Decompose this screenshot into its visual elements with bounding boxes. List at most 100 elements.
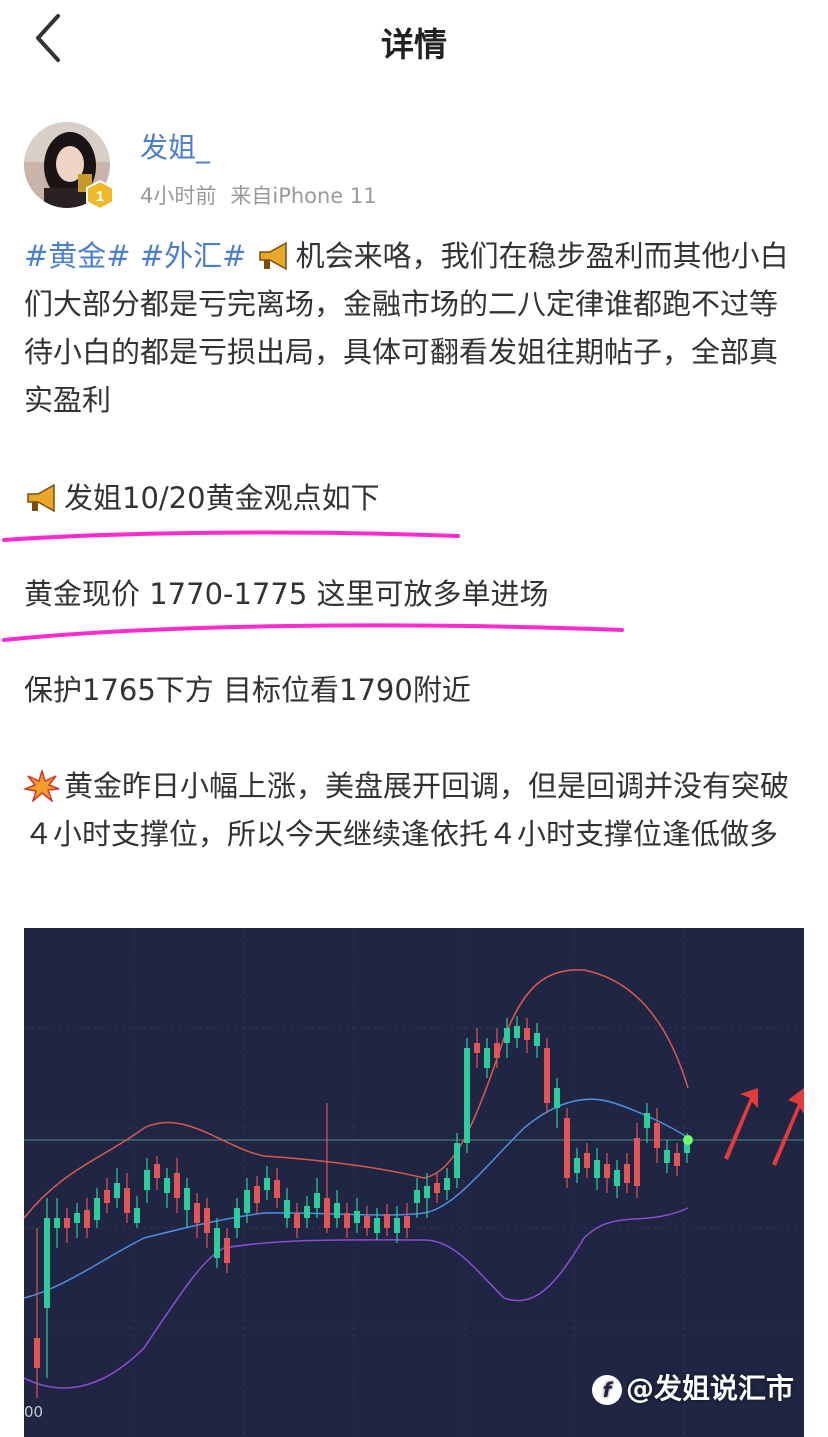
candle-body xyxy=(284,1200,290,1218)
candle-body xyxy=(454,1143,460,1178)
candle-body xyxy=(154,1164,160,1178)
topic-tag-gold[interactable]: #黄金# xyxy=(24,239,131,273)
up-arrow-icon xyxy=(772,1088,804,1166)
axis-label-fragment: 00 xyxy=(24,1403,44,1421)
candlestick-chart xyxy=(24,928,804,1437)
weibo-logo-icon: f xyxy=(591,1375,622,1405)
candle-body xyxy=(674,1153,680,1166)
candle-body xyxy=(604,1164,610,1178)
candle-body xyxy=(494,1043,500,1058)
candle-body xyxy=(74,1213,80,1223)
candle-body xyxy=(34,1338,40,1368)
page-title: 详情 xyxy=(381,25,447,64)
megaphone-icon xyxy=(258,241,287,271)
candle-body xyxy=(444,1178,450,1190)
candle-body xyxy=(134,1208,140,1223)
candle-body xyxy=(574,1158,580,1173)
candle-body xyxy=(144,1170,150,1190)
view-heading-text: 发姐10/20黄金观点如下 xyxy=(64,481,380,515)
highlight-underline-1 xyxy=(2,530,460,542)
candle-body xyxy=(664,1150,670,1163)
candle-body xyxy=(414,1190,420,1203)
candle-body xyxy=(594,1160,600,1178)
intro-text: 机会来咯，我们在稳步盈利而其他小白们大部分都是亏完离场，金融市场的二八定律谁都跑… xyxy=(24,239,789,417)
svg-text:1: 1 xyxy=(96,188,104,205)
up-arrow-icon xyxy=(724,1088,758,1160)
post-source: 来自iPhone 11 xyxy=(230,184,377,208)
watermark: f @发姐说汇市 xyxy=(591,1367,794,1407)
megaphone-icon xyxy=(27,483,55,513)
candle-body xyxy=(324,1198,330,1228)
candle-body xyxy=(64,1218,70,1228)
candle-body xyxy=(114,1183,120,1198)
highlight-underline-2 xyxy=(2,623,624,642)
candle-body xyxy=(544,1048,550,1103)
candle-body xyxy=(404,1216,410,1228)
upper-band-line xyxy=(24,969,689,1219)
post-paragraph-entry: 黄金现价 1770-1775 这里可放多单进场 xyxy=(24,570,804,618)
author-name[interactable]: 发姐_ xyxy=(140,126,210,166)
candle-body xyxy=(484,1048,490,1068)
analysis-text: 黄金昨日小幅上涨，美盘展开回调，但是回调并没有突破４小时支撑位，所以今天继续逢依… xyxy=(24,769,790,851)
candle-body xyxy=(194,1203,200,1223)
candle-body xyxy=(174,1173,180,1198)
candle-body xyxy=(374,1218,380,1233)
candle-body xyxy=(224,1238,230,1263)
candle-body xyxy=(264,1178,270,1190)
author-header: 1 发姐_ 4小时前 来自iPhone 11 xyxy=(24,122,804,212)
candle-body xyxy=(164,1178,170,1193)
candle-body xyxy=(524,1028,530,1040)
candle-body xyxy=(84,1210,90,1228)
candle-body xyxy=(244,1190,250,1213)
candle-body xyxy=(434,1183,440,1193)
candle-body xyxy=(514,1026,520,1038)
candle-body xyxy=(294,1213,300,1228)
topic-tag-forex[interactable]: #外汇# xyxy=(140,239,247,273)
candle-body xyxy=(104,1190,110,1203)
post-paragraph-analysis: 黄金昨日小幅上涨，美盘展开回调，但是回调并没有突破４小时支撑位，所以今天继续逢依… xyxy=(24,762,804,858)
candle-body xyxy=(614,1170,620,1186)
candle-body xyxy=(304,1206,310,1218)
post-image-chart[interactable]: 00 f @发姐说汇市 xyxy=(24,928,804,1437)
candle-body xyxy=(234,1208,240,1228)
candle-body xyxy=(474,1043,480,1053)
candle-body xyxy=(634,1138,640,1186)
candle-body xyxy=(424,1186,430,1198)
lower-band-line xyxy=(24,1207,689,1389)
candle-body xyxy=(394,1218,400,1233)
candle-body xyxy=(354,1211,360,1223)
candle-body xyxy=(274,1180,280,1198)
candle-body xyxy=(364,1216,370,1228)
level-badge-icon: 1 xyxy=(86,179,114,211)
middle-band-line xyxy=(24,1098,689,1299)
candle-body xyxy=(184,1188,190,1210)
current-price-marker xyxy=(683,1135,693,1145)
candle-body xyxy=(314,1193,320,1208)
collision-icon xyxy=(24,770,60,802)
candle-body xyxy=(344,1213,350,1228)
candle-body xyxy=(584,1153,590,1168)
candle-body xyxy=(534,1033,540,1046)
stop-target-text: 保护1765下方 目标位看1790附近 xyxy=(24,673,471,707)
navigation-bar: 详情 xyxy=(0,0,828,80)
candle-body xyxy=(44,1218,50,1308)
candle-body xyxy=(214,1228,220,1258)
entry-text: 黄金现价 1770-1775 这里可放多单进场 xyxy=(24,577,549,611)
candle-body xyxy=(254,1186,260,1203)
candle-body xyxy=(384,1214,390,1228)
post-meta: 4小时前 来自iPhone 11 xyxy=(140,180,391,210)
candle-body xyxy=(564,1118,570,1178)
candle-body xyxy=(554,1088,560,1108)
candle-body xyxy=(504,1028,510,1043)
candle-body xyxy=(94,1198,100,1220)
candle-body xyxy=(464,1048,470,1143)
post-time: 4小时前 xyxy=(140,184,217,208)
candle-body xyxy=(334,1203,340,1218)
candle-body xyxy=(54,1218,60,1228)
candle-body xyxy=(204,1208,210,1233)
candle-body xyxy=(624,1164,630,1183)
candle-body xyxy=(644,1113,650,1128)
post-paragraph-intro: #黄金# #外汇# 机会来咯，我们在稳步盈利而其他小白们大部分都是亏完离场，金融… xyxy=(24,232,804,424)
post-paragraph-view: 发姐10/20黄金观点如下 xyxy=(24,474,804,522)
candle-body xyxy=(124,1188,130,1213)
